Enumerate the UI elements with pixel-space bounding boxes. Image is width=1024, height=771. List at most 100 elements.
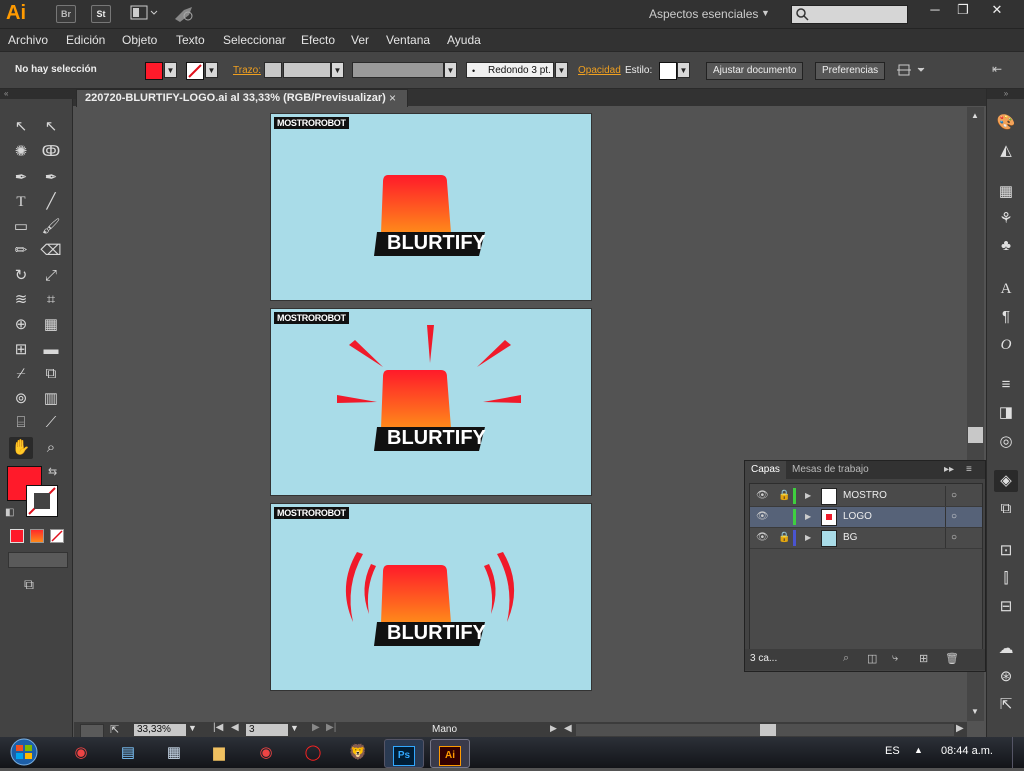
- libraries-icon[interactable]: ☁: [994, 638, 1018, 660]
- brushes-icon[interactable]: ⚘: [994, 208, 1018, 230]
- artboard-number-input[interactable]: 3: [246, 724, 288, 736]
- layer-name[interactable]: LOGO: [843, 507, 872, 527]
- swatches-icon[interactable]: ▦: [994, 181, 1018, 203]
- document-tab[interactable]: 220720-BLURTIFY-LOGO.ai al 33,33% (RGB/P…: [76, 89, 408, 108]
- panel-menu-icon[interactable]: ≡: [966, 464, 972, 475]
- zoom-input[interactable]: 33,33%: [134, 724, 186, 736]
- menu-ver[interactable]: Ver: [351, 33, 369, 47]
- blend-tool[interactable]: ⧉: [39, 363, 63, 385]
- zoom-dropdown-icon[interactable]: ▼: [188, 723, 197, 733]
- photoshop-icon[interactable]: Ps: [384, 739, 424, 768]
- layer-row[interactable]: 👁 🔒 ▶ BG ○: [750, 528, 982, 549]
- pathfinder-icon[interactable]: ⊟: [994, 596, 1018, 618]
- stroke-label[interactable]: Trazo:: [233, 65, 261, 76]
- artboard-tool[interactable]: ⌸: [9, 412, 33, 434]
- stock-button[interactable]: St: [91, 5, 111, 23]
- appearance-icon[interactable]: ⊛: [994, 666, 1018, 688]
- lock-icon[interactable]: 🔒: [778, 528, 790, 548]
- menu-seleccionar[interactable]: Seleccionar: [223, 33, 286, 47]
- type-tool[interactable]: T: [9, 191, 33, 213]
- magic-wand-tool[interactable]: ✺: [9, 141, 33, 163]
- opacity-label[interactable]: Opacidad: [578, 65, 621, 76]
- gradient-tool[interactable]: ▬: [39, 339, 63, 361]
- stroke-color-swatch[interactable]: [186, 62, 204, 80]
- chrome-icon[interactable]: ◉: [62, 739, 100, 766]
- close-button[interactable]: ✕: [977, 1, 1017, 19]
- scroll-up-icon[interactable]: ▲: [971, 111, 979, 120]
- menu-edicion[interactable]: Edición: [66, 33, 105, 47]
- menu-ayuda[interactable]: Ayuda: [447, 33, 481, 47]
- tray-expand-icon[interactable]: ▲: [914, 745, 923, 755]
- direct-selection-tool[interactable]: ↖: [39, 116, 63, 138]
- target-circle-icon[interactable]: ○: [951, 507, 957, 527]
- curvature-tool[interactable]: ✒: [39, 167, 63, 189]
- fit-document-button[interactable]: Ajustar documento: [706, 62, 804, 80]
- stroke-weight-dropdown[interactable]: ▼: [331, 62, 344, 78]
- arrange-documents-button[interactable]: [130, 5, 158, 21]
- graphic-style-dropdown[interactable]: ▼: [677, 62, 690, 78]
- menu-ventana[interactable]: Ventana: [386, 33, 430, 47]
- chrome-icon[interactable]: ◉: [247, 739, 285, 766]
- menu-efecto[interactable]: Efecto: [301, 33, 335, 47]
- create-sublayer-icon[interactable]: ⤷: [892, 652, 898, 665]
- menu-archivo[interactable]: Archivo: [8, 33, 48, 47]
- gradient-icon[interactable]: ◨: [994, 402, 1018, 424]
- workspace-switcher[interactable]: Aspectos esenciales: [649, 7, 758, 21]
- start-button[interactable]: [4, 737, 44, 768]
- swap-fill-stroke-icon[interactable]: ⇆: [48, 465, 57, 478]
- brush-dropdown[interactable]: ▼: [555, 62, 568, 78]
- tab-mesas-de-trabajo[interactable]: Mesas de trabajo: [792, 464, 869, 475]
- transform-icon[interactable]: ⊡: [994, 540, 1018, 562]
- gradient-mode-button[interactable]: [30, 529, 44, 543]
- layer-row[interactable]: 👁 ▶ LOGO ○: [750, 507, 982, 528]
- asset-export-icon[interactable]: ⇱: [994, 694, 1018, 716]
- paintbrush-tool[interactable]: 🖌: [39, 216, 63, 238]
- mesh-tool[interactable]: ⊞: [9, 339, 33, 361]
- artboard-2[interactable]: MOSTROROBOT BLURTIFY: [270, 308, 592, 496]
- default-colors-icon[interactable]: ◧: [5, 507, 14, 518]
- clock[interactable]: 08:44 a.m.: [941, 745, 993, 757]
- variable-width-profile[interactable]: [352, 62, 444, 78]
- color-mode-button[interactable]: [10, 529, 24, 543]
- width-tool[interactable]: ≋: [9, 289, 33, 311]
- notes-icon[interactable]: ▤: [109, 739, 147, 766]
- drawing-modes[interactable]: [8, 552, 68, 568]
- next-artboard-icon[interactable]: ▶: [312, 722, 320, 733]
- scroll-right-icon[interactable]: ▶: [956, 723, 964, 734]
- layers-icon[interactable]: ◈: [994, 470, 1018, 492]
- stroke-dropdown[interactable]: ▼: [205, 62, 218, 78]
- help-search-input[interactable]: [791, 5, 908, 24]
- expand-panels-icon[interactable]: »: [987, 89, 1024, 99]
- selection-tool[interactable]: ↖: [9, 116, 33, 138]
- horizontal-scrollbar[interactable]: [576, 724, 954, 736]
- stroke-icon[interactable]: ≡: [994, 374, 1018, 396]
- visibility-eye-icon[interactable]: 👁: [756, 507, 769, 527]
- tab-capas[interactable]: Capas: [745, 461, 786, 479]
- pencil-tool[interactable]: ✏: [9, 240, 33, 262]
- color-guide-icon[interactable]: ◭: [994, 140, 1018, 162]
- align-options-button[interactable]: [897, 62, 927, 78]
- layer-name[interactable]: MOSTRO: [843, 486, 887, 506]
- color-palette-icon[interactable]: 🎨: [994, 112, 1018, 134]
- paragraph-icon[interactable]: ¶: [994, 306, 1018, 328]
- artboards-icon[interactable]: ⧉: [994, 498, 1018, 520]
- search-icon[interactable]: ⌕: [843, 652, 849, 665]
- trash-icon[interactable]: 🗑: [945, 652, 959, 665]
- status-menu-icon[interactable]: ▶: [550, 723, 557, 734]
- variable-width-dropdown[interactable]: ▼: [444, 62, 457, 78]
- slice-tool[interactable]: ⟋: [39, 412, 63, 434]
- hand-tool[interactable]: ✋: [9, 437, 33, 459]
- fill-dropdown[interactable]: ▼: [164, 62, 177, 78]
- scrollbar-thumb[interactable]: [968, 427, 983, 443]
- align-icon[interactable]: ⫿: [994, 568, 1018, 590]
- stroke-weight-stepper[interactable]: [264, 62, 282, 78]
- scroll-down-icon[interactable]: ▼: [971, 707, 979, 716]
- free-transform-tool[interactable]: ⌗: [39, 289, 63, 311]
- artboard-1[interactable]: MOSTROROBOT BLURTIFY: [270, 113, 592, 301]
- none-mode-button[interactable]: [50, 529, 64, 543]
- target-circle-icon[interactable]: ○: [951, 486, 957, 506]
- preferences-button[interactable]: Preferencias: [815, 62, 886, 80]
- brave-icon[interactable]: 🦁: [339, 739, 377, 766]
- show-desktop-button[interactable]: [1012, 737, 1024, 768]
- brush-definition[interactable]: • Redondo 3 pt.: [466, 62, 554, 78]
